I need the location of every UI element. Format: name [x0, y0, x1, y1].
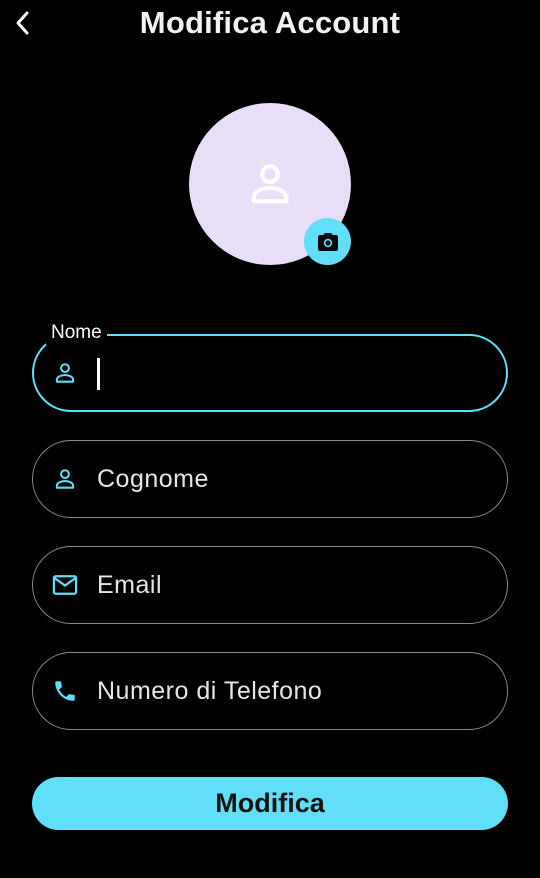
change-photo-button[interactable]	[304, 218, 351, 265]
person-icon	[51, 465, 79, 493]
avatar-container	[189, 103, 351, 265]
first-name-input[interactable]	[98, 353, 486, 393]
app-bar: Modifica Account	[0, 0, 540, 48]
first-name-field[interactable]: Nome	[32, 321, 508, 412]
person-icon	[51, 359, 79, 387]
first-name-label: Nome	[46, 321, 107, 345]
person-icon	[251, 164, 289, 204]
page-title: Modifica Account	[139, 5, 401, 40]
email-input[interactable]	[97, 565, 487, 605]
last-name-input[interactable]	[97, 459, 487, 499]
email-field[interactable]	[32, 546, 508, 624]
camera-icon	[317, 232, 338, 251]
submit-button[interactable]: Modifica	[32, 777, 508, 830]
phone-field[interactable]	[32, 652, 508, 730]
mail-icon	[51, 571, 79, 599]
phone-input[interactable]	[97, 671, 487, 711]
last-name-field[interactable]	[32, 440, 508, 518]
phone-icon	[51, 677, 79, 705]
